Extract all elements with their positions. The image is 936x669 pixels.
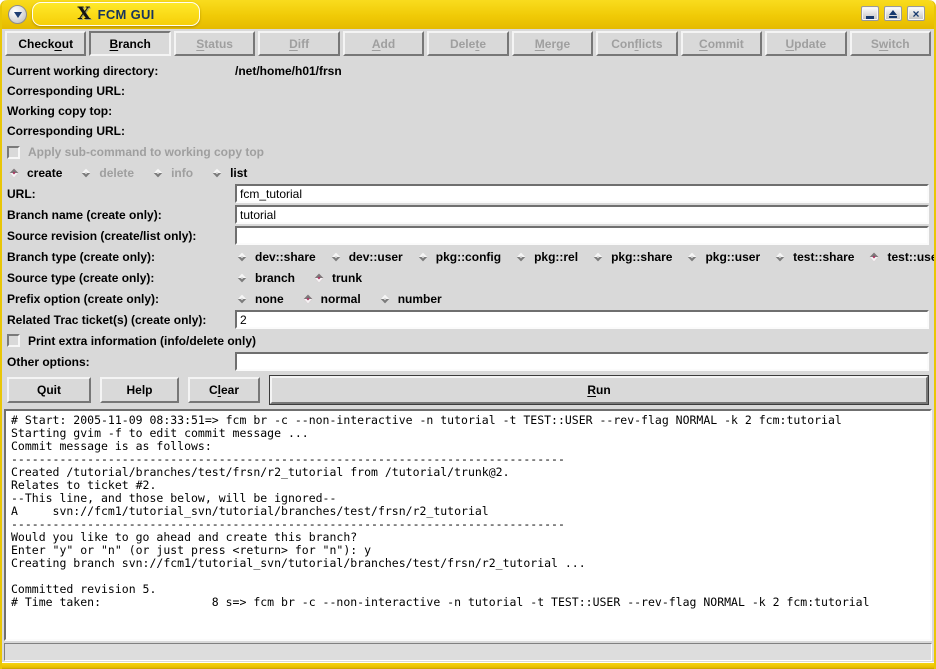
- tab-merge: Merge: [512, 31, 593, 56]
- close-icon: ×: [912, 8, 919, 20]
- window-bottom-border: [2, 662, 934, 669]
- window-controls: ×: [861, 6, 925, 21]
- radio-pkg-config[interactable]: pkg::config: [416, 250, 501, 264]
- minimize-icon: [866, 16, 874, 19]
- radio-indicator: [418, 252, 426, 260]
- cwd-url-label: Corresponding URL:: [7, 84, 235, 98]
- radio-indicator: [238, 273, 246, 281]
- radio-indicator: [154, 169, 162, 177]
- prefix-option-radio-group: none normal number: [235, 292, 442, 306]
- apply-top-label: Apply sub-command to working copy top: [28, 145, 264, 159]
- window-title: FCM GUI: [98, 7, 155, 22]
- maximize-icon: [889, 10, 897, 18]
- x11-logo-icon: X: [77, 6, 90, 23]
- source-revision-label: Source revision (create/list only):: [7, 229, 235, 243]
- radio-pkg-share[interactable]: pkg::share: [591, 250, 672, 264]
- branch-type-label: Branch type (create only):: [7, 250, 235, 264]
- radio-info: info: [151, 166, 193, 180]
- radio-list[interactable]: list: [210, 166, 247, 180]
- action-bar: Quit Help Clear Run: [2, 372, 934, 408]
- console-output[interactable]: # Start: 2005-11-09 08:33:51=> fcm br -c…: [4, 409, 932, 641]
- radio-number[interactable]: number: [378, 292, 442, 306]
- radio-normal[interactable]: normal: [301, 292, 361, 306]
- run-button-default-ring: Run: [269, 375, 929, 405]
- branch-type-radio-group: dev::share dev::user pkg::config pkg::re…: [235, 250, 936, 264]
- radio-indicator: [594, 252, 602, 260]
- window-menu-button[interactable]: [8, 5, 27, 24]
- tab-conflicts: Conflicts: [596, 31, 677, 56]
- radio-indicator: [688, 252, 696, 260]
- radio-test-user[interactable]: test::user: [867, 250, 936, 264]
- radio-indicator: [10, 169, 18, 177]
- trac-ticket-input[interactable]: [235, 310, 929, 329]
- radio-indicator: [238, 294, 246, 302]
- radio-indicator: [776, 252, 784, 260]
- tab-update: Update: [765, 31, 846, 56]
- radio-create[interactable]: create: [7, 166, 62, 180]
- print-extra-label: Print extra information (info/delete onl…: [28, 334, 256, 348]
- source-revision-input[interactable]: [235, 226, 929, 245]
- tab-add: Add: [343, 31, 424, 56]
- chevron-down-icon: [14, 12, 22, 18]
- radio-dev-share[interactable]: dev::share: [235, 250, 316, 264]
- run-button[interactable]: Run: [270, 376, 928, 404]
- branch-form: Current working directory: /net/home/h01…: [2, 58, 934, 372]
- wct-url-label: Corresponding URL:: [7, 124, 235, 138]
- tab-checkout[interactable]: Checkout: [5, 31, 86, 56]
- radio-indicator: [517, 252, 525, 260]
- other-options-label: Other options:: [7, 355, 235, 369]
- radio-indicator: [315, 273, 323, 281]
- tab-commit: Commit: [681, 31, 762, 56]
- branch-name-label: Branch name (create only):: [7, 208, 235, 222]
- cwd-label: Current working directory:: [7, 64, 235, 78]
- radio-test-share[interactable]: test::share: [773, 250, 854, 264]
- radio-indicator: [238, 252, 246, 260]
- title-tab[interactable]: X FCM GUI: [32, 2, 200, 26]
- maximize-button[interactable]: [884, 6, 902, 21]
- radio-pkg-rel[interactable]: pkg::rel: [514, 250, 578, 264]
- radio-trunk[interactable]: trunk: [312, 271, 362, 285]
- apply-top-checkbox-row: Apply sub-command to working copy top: [7, 141, 929, 163]
- radio-pkg-user[interactable]: pkg::user: [685, 250, 760, 264]
- radio-delete: delete: [79, 166, 134, 180]
- close-button[interactable]: ×: [907, 6, 925, 21]
- radio-indicator: [870, 252, 878, 260]
- tab-diff: Diff: [258, 31, 339, 56]
- help-button[interactable]: Help: [100, 377, 179, 403]
- cwd-value: /net/home/h01/frsn: [235, 64, 342, 78]
- prefix-option-label: Prefix option (create only):: [7, 292, 235, 306]
- fcm-gui-window: X FCM GUI × Checkout Branch Status Diff …: [0, 0, 936, 669]
- wct-label: Working copy top:: [7, 104, 235, 118]
- minimize-button[interactable]: [861, 6, 879, 21]
- print-extra-checkbox-row: Print extra information (info/delete onl…: [7, 330, 929, 351]
- radio-branch[interactable]: branch: [235, 271, 295, 285]
- quit-button[interactable]: Quit: [7, 377, 91, 403]
- other-options-input[interactable]: [235, 352, 929, 371]
- url-input[interactable]: [235, 184, 929, 203]
- subcommand-radio-group: create delete info list: [7, 163, 929, 183]
- radio-indicator: [331, 252, 339, 260]
- status-bar: [4, 643, 932, 661]
- radio-indicator: [303, 294, 311, 302]
- titlebar: X FCM GUI ×: [2, 0, 934, 29]
- tab-bar: Checkout Branch Status Diff Add Delete M…: [2, 29, 934, 58]
- radio-indicator: [82, 169, 90, 177]
- source-type-label: Source type (create only):: [7, 271, 235, 285]
- print-extra-checkbox[interactable]: [7, 334, 20, 347]
- apply-top-checkbox: [7, 146, 20, 159]
- tab-switch: Switch: [850, 31, 931, 56]
- source-type-radio-group: branch trunk: [235, 271, 362, 285]
- tab-delete: Delete: [427, 31, 508, 56]
- radio-dev-user[interactable]: dev::user: [329, 250, 403, 264]
- radio-indicator: [213, 169, 221, 177]
- radio-indicator: [380, 294, 388, 302]
- url-label: URL:: [7, 187, 235, 201]
- tab-status: Status: [174, 31, 255, 56]
- radio-none[interactable]: none: [235, 292, 284, 306]
- trac-ticket-label: Related Trac ticket(s) (create only):: [7, 313, 235, 327]
- branch-name-input[interactable]: [235, 205, 929, 224]
- tab-branch[interactable]: Branch: [89, 31, 170, 56]
- clear-button[interactable]: Clear: [188, 377, 260, 403]
